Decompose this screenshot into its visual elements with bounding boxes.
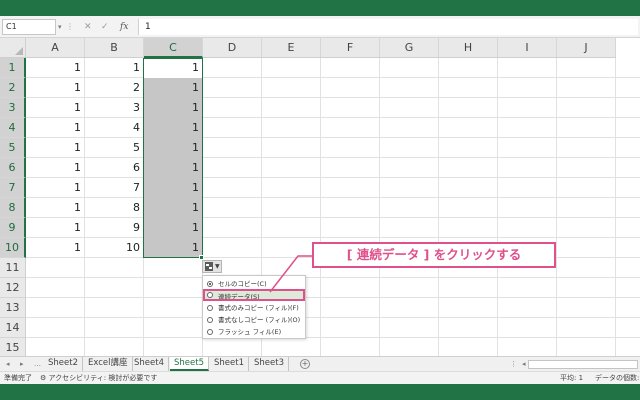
row-header-12[interactable]: 12	[0, 278, 26, 298]
sheet-tab-2[interactable]: Excel講座	[84, 357, 133, 371]
cell-b3[interactable]: 3	[85, 98, 144, 118]
cell-a1[interactable]: 1	[26, 58, 85, 78]
cell-a10[interactable]: 1	[26, 238, 85, 258]
radio-icon	[207, 292, 213, 298]
menu-item-label: セルのコピー(C)	[218, 280, 267, 288]
title-bar	[0, 0, 640, 16]
radio-icon	[207, 281, 213, 287]
menu-item-label: 書式なしコピー (フィル)(O)	[218, 316, 301, 324]
cell-b10[interactable]: 10	[85, 238, 144, 258]
cell-b4[interactable]: 4	[85, 118, 144, 138]
row-header-13[interactable]: 13	[0, 298, 26, 318]
row-header-8[interactable]: 8	[0, 198, 26, 218]
menu-item-label: フラッシュ フィル(E)	[218, 328, 282, 336]
column-header-i[interactable]: I	[498, 38, 557, 58]
accessibility-icon: ⚙	[40, 374, 47, 382]
row-header-5[interactable]: 5	[0, 138, 26, 158]
status-bar: 準備完了 ⚙ アクセシビリティ: 検討が必要です 平均: 1 データの個数: 1…	[0, 371, 640, 384]
cell-a5[interactable]: 1	[26, 138, 85, 158]
sheet-tab-bar: ◂ ▸ … Sheet2 Excel講座 Sheet4 Sheet5 Sheet1 She…	[0, 356, 640, 371]
accessibility-status[interactable]: ⚙ アクセシビリティ: 検討が必要です	[40, 372, 157, 384]
cell-a9[interactable]: 1	[26, 218, 85, 238]
column-header-b[interactable]: B	[85, 38, 144, 58]
row-header-2[interactable]: 2	[0, 78, 26, 98]
column-header-e[interactable]: E	[262, 38, 321, 58]
sheet-tab-3[interactable]: Sheet4	[130, 357, 169, 371]
horizontal-scrollbar[interactable]	[528, 360, 638, 369]
row-header-6[interactable]: 6	[0, 158, 26, 178]
chevron-down-icon: ▼	[215, 263, 220, 270]
cell-a6[interactable]: 1	[26, 158, 85, 178]
select-all-button[interactable]	[0, 38, 26, 58]
auto-fill-options-button[interactable]: ▼	[202, 260, 222, 273]
enter-icon[interactable]: ✓	[101, 19, 109, 35]
name-box-dropdown-icon[interactable]: ▾	[58, 19, 62, 35]
row-header-11[interactable]: 11	[0, 258, 26, 278]
column-header-g[interactable]: G	[380, 38, 439, 58]
formula-input[interactable]: 1	[138, 19, 638, 35]
column-header-j[interactable]: J	[557, 38, 616, 58]
cell-b2[interactable]: 2	[85, 78, 144, 98]
worksheet-grid: ABCDEFGHIJ 1 2 3 4 5 6 7 8 9 10 11 12 13 14 15 1111111…	[0, 38, 640, 358]
auto-fill-options-menu: セルのコピー(C) 連続データ(S) 書式のみコピー (フィル)(F) 書式なし…	[202, 275, 306, 339]
formula-bar: C1 ▾ ⋮ ✕ ✓ fx 1	[0, 16, 640, 38]
add-sheet-icon[interactable]: +	[300, 359, 310, 369]
row-header-4[interactable]: 4	[0, 118, 26, 138]
radio-icon	[207, 329, 213, 335]
instruction-callout: [ 連続データ ] をクリックする	[312, 242, 556, 268]
cell-b5[interactable]: 5	[85, 138, 144, 158]
tab-bar-grip-icon[interactable]: ⋮	[510, 357, 517, 371]
menu-item-fill-series[interactable]: 連続データ(S)	[203, 289, 305, 301]
status-ready: 準備完了	[4, 374, 32, 382]
column-header-d[interactable]: D	[203, 38, 262, 58]
radio-icon	[207, 305, 213, 311]
tab-scroll-left-icon[interactable]: ◂	[6, 357, 10, 371]
status-count: データの個数: 10	[595, 374, 640, 382]
cell-b1[interactable]: 1	[85, 58, 144, 78]
insert-function-icon[interactable]: fx	[120, 19, 128, 35]
row-header-10[interactable]: 10	[0, 238, 26, 258]
cell-a2[interactable]: 1	[26, 78, 85, 98]
menu-item-fill-formatting-only[interactable]: 書式のみコピー (フィル)(F)	[203, 302, 305, 314]
row-header-15[interactable]: 15	[0, 338, 26, 358]
radio-icon	[207, 317, 213, 323]
cancel-icon[interactable]: ✕	[84, 19, 92, 35]
menu-item-flash-fill[interactable]: フラッシュ フィル(E)	[203, 326, 305, 338]
tab-more-icon[interactable]: …	[34, 357, 41, 371]
column-header-f[interactable]: F	[321, 38, 380, 58]
sheet-tab-4[interactable]: Sheet5	[170, 357, 209, 371]
sheet-tab-1[interactable]: Sheet2	[44, 357, 83, 371]
column-header-c[interactable]: C	[144, 38, 203, 58]
row-header-1[interactable]: 1	[0, 58, 26, 78]
sheet-tab-5[interactable]: Sheet1	[210, 357, 249, 371]
cell-a4[interactable]: 1	[26, 118, 85, 138]
row-header-9[interactable]: 9	[0, 218, 26, 238]
formula-bar-grip-icon: ⋮	[66, 22, 74, 31]
taskbar	[0, 384, 640, 400]
column-header-a[interactable]: A	[26, 38, 85, 58]
sheet-tab-6[interactable]: Sheet3	[250, 357, 289, 371]
status-average: 平均: 1	[560, 374, 584, 382]
cell-b7[interactable]: 7	[85, 178, 144, 198]
selection-border	[143, 58, 203, 258]
tab-scroll-right-icon[interactable]: ▸	[20, 357, 24, 371]
row-header-7[interactable]: 7	[0, 178, 26, 198]
menu-item-fill-without-formatting[interactable]: 書式なしコピー (フィル)(O)	[203, 314, 305, 326]
cell-b8[interactable]: 8	[85, 198, 144, 218]
row-header-14[interactable]: 14	[0, 318, 26, 338]
menu-item-label: 書式のみコピー (フィル)(F)	[218, 304, 299, 312]
row-header-3[interactable]: 3	[0, 98, 26, 118]
cell-b9[interactable]: 9	[85, 218, 144, 238]
cell-a7[interactable]: 1	[26, 178, 85, 198]
column-header-h[interactable]: H	[439, 38, 498, 58]
cell-b6[interactable]: 6	[85, 158, 144, 178]
auto-fill-options-icon	[205, 262, 213, 271]
cell-a8[interactable]: 1	[26, 198, 85, 218]
scroll-left-arrow-icon[interactable]: ◂	[522, 357, 526, 371]
cell-a3[interactable]: 1	[26, 98, 85, 118]
menu-item-label: 連続データ(S)	[218, 293, 260, 301]
name-box[interactable]: C1	[2, 19, 56, 35]
accessibility-label: アクセシビリティ: 検討が必要です	[48, 374, 158, 382]
